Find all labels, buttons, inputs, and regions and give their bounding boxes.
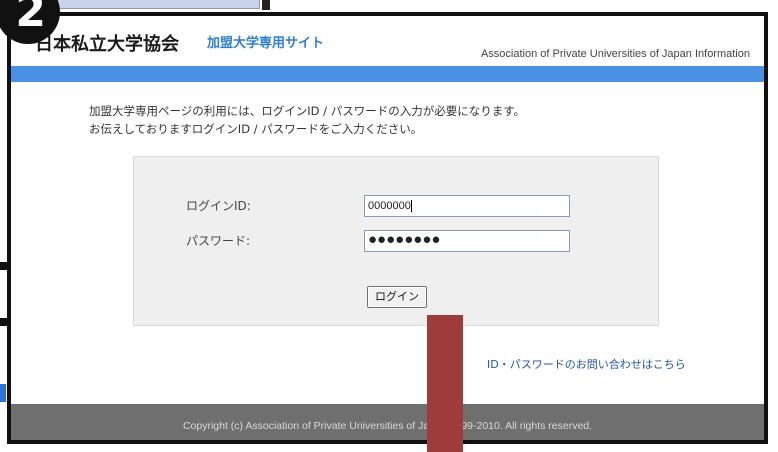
- login-form: ログインID: 0000000 パスワード: ●●●●●●●● ログイン: [133, 156, 659, 326]
- site-footer: Copyright (c) Association of Private Uni…: [11, 404, 764, 440]
- login-id-label: ログインID:: [186, 199, 251, 213]
- login-id-value: 0000000: [368, 200, 411, 212]
- background-mark: [262, 0, 270, 10]
- background-tab: [48, 0, 260, 9]
- password-input[interactable]: ●●●●●●●●: [364, 230, 570, 252]
- login-id-input[interactable]: 0000000: [364, 195, 570, 217]
- member-site-link[interactable]: 加盟大学専用サイト: [207, 32, 324, 51]
- site-subtitle: Association of Private Universities of J…: [480, 48, 750, 60]
- text-caret: [410, 200, 412, 213]
- browser-frame: 日本私立大学協会 加盟大学専用サイト Association of Privat…: [7, 12, 768, 444]
- intro-line-1: 加盟大学専用ページの利用には、ログインID / パスワードの入力が必要になります…: [89, 104, 526, 118]
- annotation-arrow: [427, 315, 463, 452]
- help-contact-link[interactable]: ID・パスワードのお問い合わせはこちら: [487, 356, 686, 372]
- site-title: 日本私立大学協会: [35, 34, 179, 55]
- copyright-text: Copyright (c) Association of Private Uni…: [182, 420, 593, 432]
- background-blue-marker: [0, 384, 6, 402]
- header-accent-bar: [11, 66, 764, 82]
- password-label: パスワード:: [186, 234, 251, 248]
- site-header: 日本私立大学協会 加盟大学専用サイト Association of Privat…: [11, 16, 764, 64]
- intro-text: 加盟大学専用ページの利用には、ログインID / パスワードの入力が必要になります…: [89, 102, 525, 138]
- intro-line-2: お伝えしておりますログインID / パスワードをご入力ください。: [89, 122, 423, 136]
- login-button[interactable]: ログイン: [367, 286, 427, 308]
